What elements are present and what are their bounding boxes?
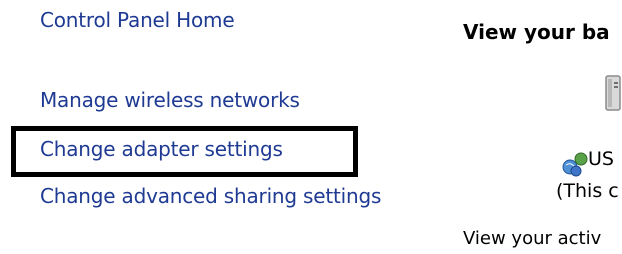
sidebar-link-manage-wireless-networks[interactable]: Manage wireless networks: [40, 88, 300, 112]
network-name: US: [588, 148, 614, 170]
sidebar-link-control-panel-home[interactable]: Control Panel Home: [40, 8, 235, 32]
page-title: View your ba: [463, 20, 610, 44]
network-sharing-center-page: Control Panel Home Manage wireless netwo…: [0, 0, 622, 254]
network-subtext: (This c: [556, 180, 619, 202]
active-networks-heading: View your activ: [463, 228, 602, 249]
sidebar-link-change-adapter-settings[interactable]: Change adapter settings: [40, 137, 283, 161]
sidebar-link-change-advanced-sharing-settings[interactable]: Change advanced sharing settings: [40, 184, 381, 208]
computer-icon[interactable]: [602, 70, 622, 118]
network-globe-icon[interactable]: [560, 148, 590, 178]
